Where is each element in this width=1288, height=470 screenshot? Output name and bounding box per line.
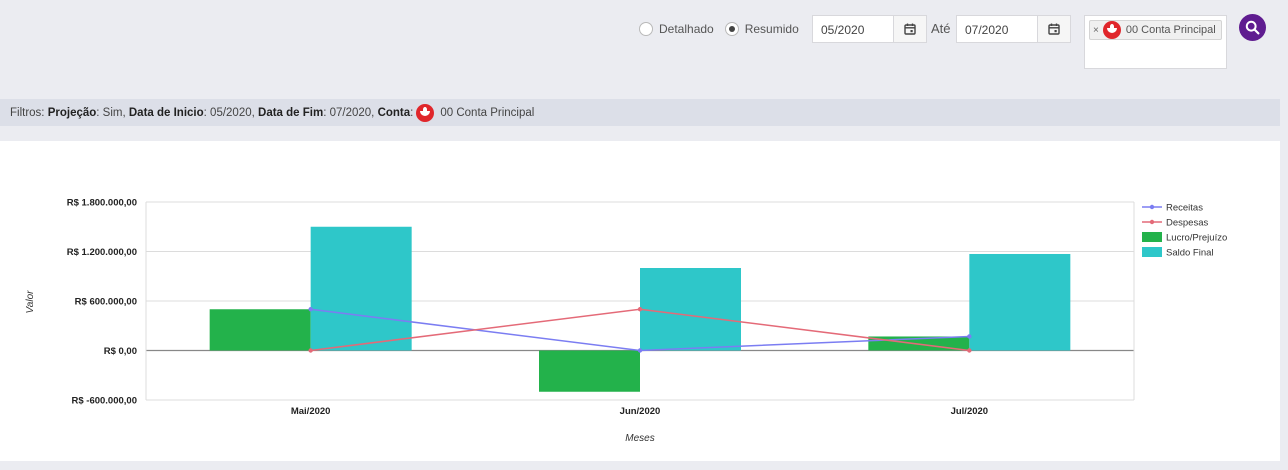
legend-point-swatch [1149, 204, 1155, 210]
date-to-calendar-button[interactable] [1037, 16, 1070, 42]
point-despesas [637, 307, 643, 312]
y-tick-label: R$ 1.200.000,00 [67, 247, 137, 258]
filter-summary-bar: Filtros: Projeção: Sim, Data de Inicio: … [0, 99, 1280, 126]
point-receitas [967, 334, 972, 339]
date-to-value[interactable]: 07/2020 [957, 16, 1037, 42]
account-tag-label: 00 Conta Principal [1125, 24, 1216, 36]
remove-account-button[interactable]: × [1093, 25, 1099, 36]
date-to-field[interactable]: 07/2020 [956, 15, 1071, 43]
y-tick-label: R$ -600.000,00 [72, 396, 138, 407]
x-axis-label: Meses [625, 433, 654, 444]
bar-saldo-final [969, 253, 1071, 351]
legend-label: Lucro/Prejuízo [1166, 233, 1227, 244]
radio-detalhado[interactable]: Detalhado [639, 22, 714, 36]
bank-logo-icon [1102, 21, 1121, 39]
date-range-separator: Até [931, 21, 951, 36]
y-axis-label: Valor [25, 290, 36, 314]
legend-label: Receitas [1166, 203, 1203, 214]
account-select[interactable]: × 00 Conta Principal [1084, 15, 1227, 69]
legend-label: Despesas [1166, 218, 1208, 229]
y-tick-label: R$ 600.000,00 [75, 297, 137, 308]
y-tick-label: R$ 0,00 [104, 346, 137, 357]
filter-projection-key: Projeção [47, 106, 97, 119]
results-chart: R$ -600.000,00 R$ 0,00 R$ 600.000,00 R$ 1.2… [25, 198, 1227, 445]
bar-saldo-final [310, 226, 412, 351]
x-tick-label: Jun/2020 [620, 406, 661, 417]
filter-start-value: : 05/2020, [203, 106, 255, 119]
point-receitas [308, 307, 313, 312]
filter-account-value: : [410, 106, 414, 119]
radio-detalhado-label: Detalhado [659, 22, 714, 36]
radio-resumido[interactable]: Resumido [724, 22, 799, 36]
report-mode-options: Detalhado Resumido [639, 22, 810, 36]
filter-account-name: 00 Conta Principal [440, 106, 535, 119]
radio-detalhado-circle[interactable] [639, 22, 653, 36]
legend-point-swatch [1149, 219, 1155, 225]
x-tick-label: Jul/2020 [951, 406, 989, 417]
radio-resumido-circle[interactable] [724, 22, 739, 36]
point-despesas [967, 348, 972, 353]
legend-label: Saldo Final [1166, 248, 1214, 259]
date-from-calendar-button[interactable] [893, 16, 926, 42]
legend-bar-swatch [1142, 232, 1162, 242]
filter-prefix: Filtros: [10, 106, 45, 119]
radio-resumido-label: Resumido [744, 22, 799, 36]
bar-saldo-final [640, 268, 741, 351]
filter-end-value: : 07/2020, [323, 106, 375, 119]
filter-account-key: Conta [377, 106, 411, 119]
point-receitas [637, 348, 643, 353]
date-from-field[interactable]: 05/2020 [812, 15, 927, 43]
calendar-icon [904, 23, 916, 35]
filter-start-key: Data de Inicio [128, 106, 204, 119]
account-tag: × 00 Conta Principal [1089, 20, 1222, 40]
search-button[interactable] [1239, 14, 1266, 41]
date-from-value[interactable]: 05/2020 [813, 16, 893, 42]
x-tick-label: Mai/2020 [291, 406, 331, 417]
filter-projection-value: : Sim, [96, 106, 126, 119]
filter-end-key: Data de Fim [258, 106, 324, 119]
chart-panel: R$ -600.000,00 R$ 0,00 R$ 600.000,00 R$ 1.2… [0, 141, 1280, 461]
point-despesas [308, 348, 313, 353]
y-tick-label: R$ 1.800.000,00 [67, 198, 137, 209]
calendar-icon [1048, 23, 1060, 35]
bank-logo-icon [416, 103, 435, 122]
bar-lucro-preju-zo [209, 309, 311, 351]
search-icon [1245, 20, 1260, 35]
legend-bar-swatch [1142, 247, 1162, 257]
bar-lucro-preju-zo [539, 350, 640, 392]
